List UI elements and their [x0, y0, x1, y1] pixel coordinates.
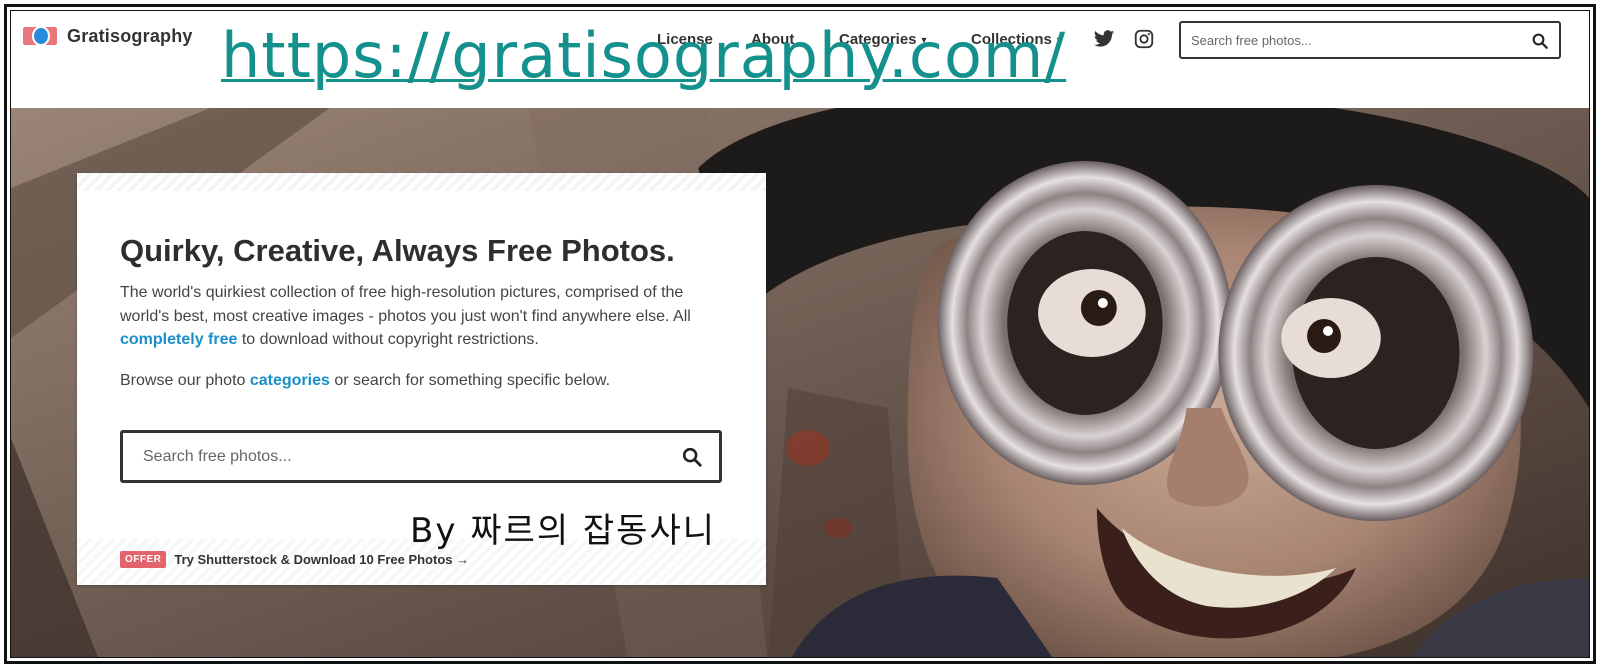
logo-icon — [23, 25, 57, 47]
hero-description: The world's quirkiest collection of free… — [120, 281, 725, 352]
hero-description-text: The world's quirkiest collection of free… — [120, 284, 691, 325]
shutterstock-offer[interactable]: OFFER Try Shutterstock & Download 10 Fre… — [120, 551, 469, 568]
offer-link[interactable]: Try Shutterstock & Download 10 Free Phot… — [174, 552, 469, 567]
logo-text: Gratisography — [67, 25, 193, 46]
browse-text: Browse our photo — [120, 372, 250, 389]
search-icon[interactable] — [1531, 32, 1549, 50]
card-top-stripe — [77, 173, 766, 191]
twitter-icon[interactable] — [1093, 28, 1115, 50]
browser-viewport: Gratisography License About Categories ▼ … — [10, 10, 1590, 658]
hero-section: Quirky, Creative, Always Free Photos. Th… — [11, 108, 1589, 657]
hero-title: Quirky, Creative, Always Free Photos. — [120, 233, 675, 268]
screenshot-frame: Gratisography License About Categories ▼ … — [4, 4, 1596, 664]
header-search-box — [1179, 21, 1561, 59]
hero-browse-text: Browse our photo categories or search fo… — [120, 372, 610, 390]
overlay-url-text: https://gratisography.com/ — [221, 19, 1067, 92]
categories-link[interactable]: categories — [250, 372, 330, 389]
browse-text-tail: or search for something specific below. — [329, 372, 611, 389]
header-search-input[interactable] — [1191, 30, 1511, 50]
overlay-credit-text: By 짜르의 잡동사니 — [410, 511, 717, 551]
completely-free-link[interactable]: completely free — [120, 331, 237, 348]
hero-card: Quirky, Creative, Always Free Photos. Th… — [77, 173, 766, 585]
offer-badge: OFFER — [120, 551, 167, 568]
instagram-icon[interactable] — [1133, 28, 1155, 50]
hero-search-input[interactable] — [143, 447, 643, 467]
hero-description-tail: to download without copyright restrictio… — [237, 331, 539, 348]
site-logo[interactable]: Gratisography — [23, 25, 193, 47]
site-header: Gratisography License About Categories ▼ … — [11, 11, 1589, 108]
search-icon[interactable] — [681, 446, 703, 468]
hero-search-box — [120, 430, 722, 483]
